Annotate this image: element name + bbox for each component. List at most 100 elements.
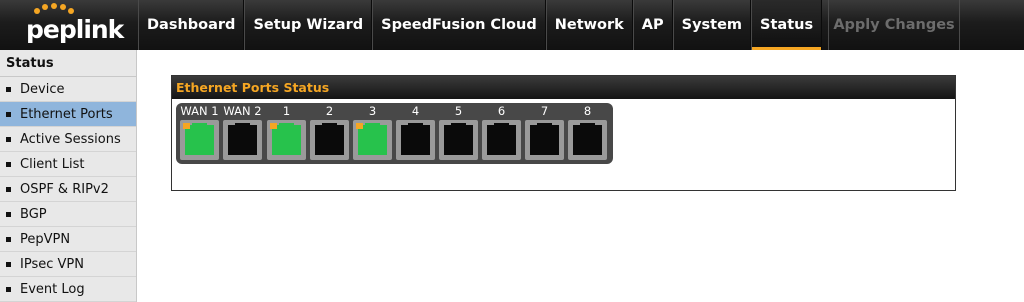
sidebar-item-label: Event Log: [20, 281, 85, 297]
bullet-icon: [6, 136, 11, 142]
sidebar-item-pepvpn[interactable]: PepVPN: [0, 227, 136, 252]
jack-notch: [494, 123, 509, 126]
link-led-icon: [270, 123, 277, 129]
apply-changes-button[interactable]: Apply Changes: [828, 0, 960, 50]
jack-notch: [580, 123, 595, 126]
port-label: 8: [583, 104, 592, 118]
nav-speedfusion-cloud[interactable]: SpeedFusion Cloud: [372, 0, 546, 50]
sidebar-item-ospf-ripv2[interactable]: OSPF & RIPv2: [0, 177, 136, 202]
sidebar-item-ethernet-ports[interactable]: Ethernet Ports: [0, 102, 136, 127]
jack-socket: [272, 125, 301, 155]
bullet-icon: [6, 211, 11, 217]
sidebar-item-client-list[interactable]: Client List: [0, 152, 136, 177]
port-label: 1: [282, 104, 291, 118]
sidebar-item-active-sessions[interactable]: Active Sessions: [0, 127, 136, 152]
ethernet-port[interactable]: 6: [481, 103, 522, 160]
peplink-logo[interactable]: peplink: [0, 0, 137, 50]
port-connected-icon: [353, 120, 392, 160]
port-label: 5: [454, 104, 463, 118]
jack-notch: [408, 123, 423, 126]
sidebar-item-label: PepVPN: [20, 231, 71, 247]
port-label: WAN 2: [223, 104, 262, 118]
bullet-icon: [6, 86, 11, 92]
port-label: WAN 1: [180, 104, 219, 118]
jack-notch: [451, 123, 466, 126]
port-connected-icon: [180, 120, 219, 160]
sidebar-item-label: Active Sessions: [20, 131, 121, 147]
logo-dot: [34, 8, 40, 14]
sidebar-heading: Status: [0, 50, 136, 77]
ethernet-port[interactable]: WAN 2: [222, 103, 263, 160]
nav-dashboard[interactable]: Dashboard: [138, 0, 245, 50]
logo-dot: [42, 4, 48, 10]
panel-title: Ethernet Ports Status: [172, 76, 955, 99]
ethernet-port[interactable]: 7: [524, 103, 565, 160]
nav-ap[interactable]: AP: [632, 0, 673, 50]
jack-notch: [279, 123, 294, 126]
sidebar-item-device[interactable]: Device: [0, 77, 136, 102]
bullet-icon: [6, 236, 11, 242]
jack-socket: [444, 125, 473, 155]
jack-notch: [322, 123, 337, 126]
nav-status[interactable]: Status: [751, 0, 823, 50]
jack-socket: [530, 125, 559, 155]
bullet-icon: [6, 186, 11, 192]
bullet-icon: [6, 286, 11, 292]
port-label: 3: [368, 104, 377, 118]
sidebar-item-label: Client List: [20, 156, 85, 172]
port-disconnected-icon: [439, 120, 478, 160]
jack-notch: [235, 123, 250, 126]
top-navigation-bar: peplink Dashboard Setup Wizard SpeedFusi…: [0, 0, 1024, 50]
jack-socket: [185, 125, 214, 155]
port-label: 7: [540, 104, 549, 118]
port-label: 6: [497, 104, 506, 118]
nav-network[interactable]: Network: [545, 0, 633, 50]
logo-wordmark: peplink: [26, 15, 124, 44]
link-led-icon: [183, 123, 190, 129]
sidebar: Status Device Ethernet Ports Active Sess…: [0, 50, 137, 302]
port-disconnected-icon: [568, 120, 607, 160]
nav-system[interactable]: System: [672, 0, 752, 50]
jack-socket: [573, 125, 602, 155]
jack-notch: [537, 123, 552, 126]
jack-socket: [315, 125, 344, 155]
ethernet-port[interactable]: 5: [438, 103, 479, 160]
bullet-icon: [6, 161, 11, 167]
port-strip: WAN 1 WAN 2 1 2 3 4 5 6 7 8: [176, 103, 613, 164]
port-disconnected-icon: [223, 120, 262, 160]
jack-notch: [192, 123, 207, 126]
sidebar-item-label: Ethernet Ports: [20, 106, 113, 122]
link-led-icon: [356, 123, 363, 129]
sidebar-item-event-log[interactable]: Event Log: [0, 277, 136, 302]
sidebar-item-label: IPsec VPN: [20, 256, 84, 272]
ethernet-ports-status-panel: Ethernet Ports Status WAN 1 WAN 2 1 2 3 4 5 6 7 8: [171, 75, 956, 191]
ethernet-port[interactable]: WAN 1: [179, 103, 220, 160]
sidebar-item-label: BGP: [20, 206, 47, 222]
jack-socket: [228, 125, 257, 155]
bullet-icon: [6, 261, 11, 267]
ethernet-port[interactable]: 8: [567, 103, 608, 160]
sidebar-item-ipsec-vpn[interactable]: IPsec VPN: [0, 252, 136, 277]
port-label: 2: [325, 104, 334, 118]
jack-socket: [487, 125, 516, 155]
nav-setup-wizard[interactable]: Setup Wizard: [244, 0, 373, 50]
logo-dot: [60, 4, 66, 10]
ethernet-port[interactable]: 1: [266, 103, 307, 160]
jack-socket: [358, 125, 387, 155]
sidebar-item-label: OSPF & RIPv2: [20, 181, 109, 197]
logo-dot: [51, 3, 57, 9]
main-nav: Dashboard Setup Wizard SpeedFusion Cloud…: [138, 0, 823, 50]
port-connected-icon: [267, 120, 306, 160]
port-label: 4: [411, 104, 420, 118]
ethernet-port[interactable]: 3: [352, 103, 393, 160]
port-disconnected-icon: [525, 120, 564, 160]
jack-socket: [401, 125, 430, 155]
ethernet-port[interactable]: 4: [395, 103, 436, 160]
port-disconnected-icon: [482, 120, 521, 160]
logo-dot: [68, 8, 74, 14]
sidebar-item-label: Device: [20, 81, 65, 97]
sidebar-item-bgp[interactable]: BGP: [0, 202, 136, 227]
ethernet-port[interactable]: 2: [309, 103, 350, 160]
jack-notch: [365, 123, 380, 126]
port-disconnected-icon: [310, 120, 349, 160]
